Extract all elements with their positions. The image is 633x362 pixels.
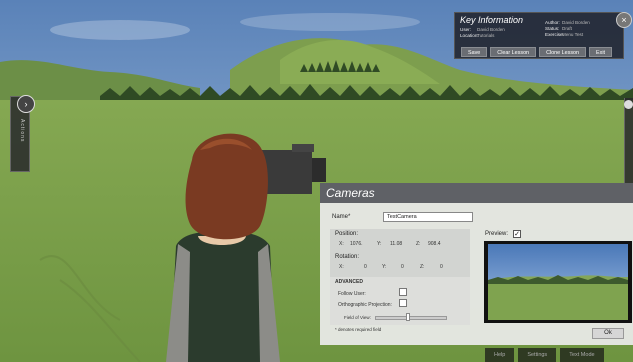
position-y-label: Y:	[377, 241, 382, 247]
status-row: Status: Draft	[545, 26, 572, 32]
position-label: Position:	[335, 231, 359, 237]
name-label: Name*	[332, 214, 351, 220]
user-row: User: David Borden	[460, 27, 505, 33]
location-value: Tutorials	[477, 33, 495, 38]
camera-preview-image	[488, 244, 628, 320]
close-icon[interactable]: ×	[616, 12, 632, 28]
position-x-field[interactable]: 1076.	[350, 241, 363, 247]
required-field-note: * denotes required field	[335, 327, 382, 332]
orthographic-checkbox[interactable]	[399, 299, 407, 307]
author-label: Author:	[545, 20, 560, 25]
key-information-title: Key Information	[460, 15, 524, 25]
rotation-y-label: Y:	[382, 264, 387, 270]
exercise-row: Exercise:Menu Test	[545, 32, 583, 38]
key-information-panel: Key Information User: David Borden Locati…	[454, 12, 632, 59]
author-value: David Borden	[562, 20, 590, 25]
author-row: Author: David Borden	[545, 20, 590, 26]
help-button[interactable]: Help	[485, 348, 515, 362]
field-of-view-slider[interactable]	[375, 316, 447, 320]
exercise-value: Menu Test	[562, 32, 584, 37]
expand-panel-button[interactable]: ›	[17, 95, 35, 113]
field-of-view-label: Field of View:	[344, 315, 371, 320]
position-x-label: X:	[339, 241, 344, 247]
text-mode-button[interactable]: Text Mode	[560, 348, 604, 362]
status-label: Status:	[545, 26, 560, 31]
preview-label: Preview:	[485, 231, 509, 237]
cameras-dialog-header: Cameras	[320, 183, 633, 203]
position-z-field[interactable]: 908.4	[428, 241, 441, 247]
field-of-view-slider-thumb[interactable]	[406, 313, 411, 321]
follow-user-checkbox[interactable]	[399, 288, 407, 296]
rotation-z-field[interactable]: 0	[440, 264, 443, 270]
follow-user-label: Follow User:	[338, 291, 366, 297]
preview-checkbox[interactable]: ✓	[513, 230, 521, 238]
rotation-z-label: Z:	[420, 264, 425, 270]
rotation-x-field[interactable]: 0	[364, 264, 367, 270]
location-label: Location:	[460, 33, 479, 38]
rotation-y-field[interactable]: 0	[401, 264, 404, 270]
settings-button[interactable]: Settings	[518, 348, 557, 362]
position-z-label: Z:	[416, 241, 421, 247]
orthographic-label: Orthographic Projection:	[338, 302, 392, 308]
camera-name-input[interactable]	[383, 212, 473, 222]
cameras-dialog-title: Cameras	[326, 186, 375, 200]
camera-preview	[484, 241, 632, 323]
exit-button[interactable]: Exit	[589, 47, 613, 57]
key-info-buttons: Save Clear Lesson Clone Lesson Exit	[461, 47, 613, 57]
save-button[interactable]: Save	[461, 47, 488, 57]
bottom-toolbar: Help Settings Text Mode	[485, 348, 604, 362]
position-y-field[interactable]: 11.08	[390, 241, 402, 247]
location-row: Location:Tutorials	[460, 33, 494, 39]
right-side-panel[interactable]	[624, 98, 633, 188]
chevron-right-icon: ›	[24, 99, 28, 109]
clone-lesson-button[interactable]: Clone Lesson	[539, 47, 587, 57]
right-panel-toggle-icon[interactable]	[624, 100, 633, 109]
exercise-label: Exercise:	[545, 32, 564, 37]
status-value: Draft	[562, 26, 572, 31]
advanced-label: ADVANCED	[335, 279, 363, 285]
user-value: David Borden	[477, 27, 505, 32]
actions-panel-label: Actions	[19, 119, 25, 143]
user-label: User:	[460, 27, 471, 32]
cameras-dialog: Cameras Name* Position: X: 1076. Y: 11.0…	[320, 183, 633, 345]
actions-side-panel[interactable]: › Actions	[10, 95, 35, 172]
clear-lesson-button[interactable]: Clear Lesson	[490, 47, 537, 57]
rotation-label: Rotation:	[335, 254, 360, 260]
ok-button[interactable]: Ok	[592, 328, 624, 339]
rotation-x-label: X:	[339, 264, 344, 270]
